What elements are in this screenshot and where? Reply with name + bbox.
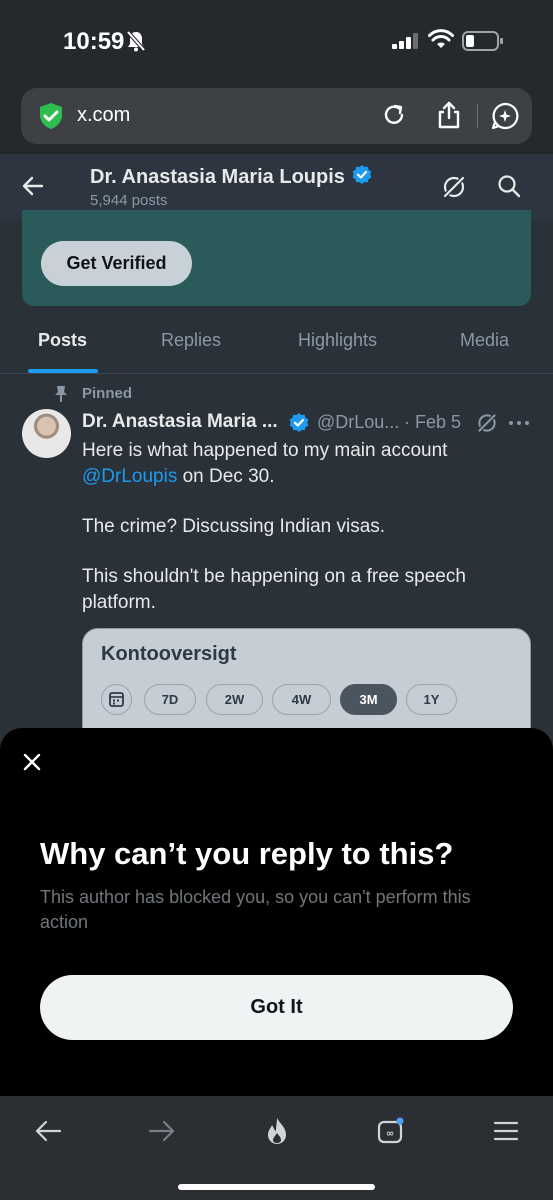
calendar-icon (101, 684, 132, 715)
range-chip: 4W (272, 684, 331, 715)
browser-toolbar: ∞ (0, 1096, 553, 1200)
got-it-button[interactable]: Got It (40, 975, 513, 1040)
status-bar: 10:59 (0, 0, 553, 82)
sheet-title: Why can’t you reply to this? (40, 836, 454, 871)
range-chip-selected: 3M (340, 684, 397, 715)
close-icon[interactable] (22, 752, 42, 772)
tweet-handle[interactable]: @DrLou... (317, 412, 399, 433)
shield-check-icon (40, 103, 62, 129)
more-options-icon[interactable] (508, 412, 530, 434)
browser-address-area: x.com (0, 82, 553, 154)
embed-title: Kontooversigt (101, 643, 237, 665)
svg-text:∞: ∞ (386, 1129, 394, 1140)
tweet-line-2: on Dec 30. (177, 466, 275, 487)
sheet-description: This author has blocked you, so you can'… (40, 887, 471, 932)
mention-link[interactable]: @DrLoupis (82, 466, 177, 487)
get-verified-button[interactable]: Get Verified (41, 241, 192, 286)
range-chip: 1Y (406, 684, 457, 715)
pinned-label: Pinned (82, 385, 133, 402)
back-arrow-icon[interactable] (22, 176, 44, 196)
profile-name-text: Dr. Anastasia Maria Loupis (90, 166, 345, 188)
tweet-author[interactable]: Dr. Anastasia Maria ... (82, 411, 278, 433)
tab-media[interactable]: Media (460, 330, 509, 351)
address-bar[interactable]: x.com (21, 88, 532, 144)
profile-tabs: Posts Replies Highlights Media (0, 314, 553, 374)
search-icon[interactable] (497, 174, 521, 198)
menu-icon[interactable] (491, 1116, 521, 1146)
battery-icon (462, 31, 503, 51)
profile-name: Dr. Anastasia Maria Loupis (90, 164, 373, 189)
verified-badge-icon (289, 413, 309, 432)
tab-replies[interactable]: Replies (161, 330, 221, 351)
tweet-paragraph: The crime? Discussing Indian visas. (82, 516, 386, 537)
get-verified-card: Get Verified (22, 210, 531, 306)
tweet-text: Here is what happened to my main account… (82, 438, 522, 640)
url-text[interactable]: x.com (77, 104, 130, 127)
flame-icon[interactable] (262, 1116, 292, 1146)
pin-icon (55, 386, 67, 402)
status-time: 10:59 (63, 28, 125, 55)
tweet-paragraph: Here is what happened to my main account… (82, 438, 522, 490)
post-count: 5,944 posts (90, 192, 168, 209)
forward-icon[interactable] (147, 1116, 177, 1146)
tweet-paragraph: This shouldn't be happening on a free sp… (82, 566, 466, 613)
wifi-icon (428, 29, 454, 48)
avatar[interactable] (22, 409, 71, 458)
cellular-signal-icon (392, 33, 418, 49)
bell-slash-icon (126, 30, 146, 52)
tweet-line-1: Here is what happened to my main account (82, 440, 448, 461)
ai-chat-icon[interactable] (490, 101, 520, 131)
blocked-reply-sheet: Why can’t you reply to this? This author… (0, 728, 553, 1096)
url-divider (477, 104, 478, 128)
grok-icon[interactable] (441, 174, 467, 200)
share-icon[interactable] (436, 100, 462, 130)
tab-active-indicator (28, 369, 98, 373)
grok-icon[interactable] (476, 412, 498, 434)
tab-highlights[interactable]: Highlights (298, 330, 377, 351)
range-chip: 7D (144, 684, 196, 715)
range-chip: 2W (206, 684, 263, 715)
home-indicator (178, 1184, 375, 1190)
tweet-date[interactable]: · Feb 5 (404, 412, 461, 433)
tab-posts[interactable]: Posts (38, 330, 87, 351)
verified-badge-icon (352, 165, 372, 184)
reload-icon[interactable] (381, 102, 407, 128)
back-icon[interactable] (33, 1116, 63, 1146)
tabs-icon[interactable]: ∞ (375, 1116, 405, 1146)
